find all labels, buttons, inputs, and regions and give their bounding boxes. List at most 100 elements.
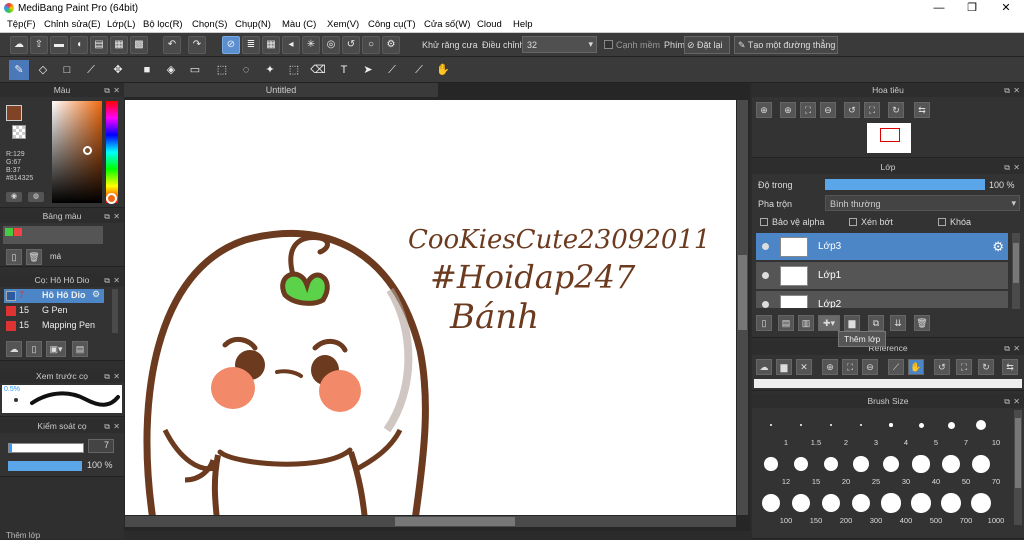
undock-icon[interactable]: ⧉ [104, 370, 110, 384]
gear-icon[interactable]: ⚙ [992, 239, 1004, 255]
brush-size-slider[interactable] [8, 443, 84, 453]
flip-icon[interactable]: ⇆ [914, 102, 930, 118]
close-icon[interactable]: ✕ [1013, 342, 1020, 356]
alpha-protect-checkbox[interactable] [760, 218, 768, 226]
correction-select[interactable]: 32 ▾ [522, 36, 597, 53]
circle-snap-icon[interactable]: ◎ [322, 36, 340, 54]
add-layer-menu-icon[interactable]: ✚▾ [818, 315, 840, 331]
menu-select[interactable]: Chọn(S) [192, 19, 227, 30]
vscroll-thumb[interactable] [738, 255, 747, 330]
layer-8bit-icon[interactable]: ▥ [798, 315, 814, 331]
cross-snap-icon[interactable]: ▦ [262, 36, 280, 54]
chat-icon[interactable]: ◖ [70, 36, 88, 54]
reset-button[interactable]: ⊘ Đặt lại [684, 36, 730, 54]
undock-icon[interactable]: ⧉ [1004, 84, 1010, 98]
rect-fill-tool-icon[interactable]: ■ [137, 60, 157, 80]
drawing-canvas[interactable]: CooKiesCute23092011 #Hoidap247 Bánh [125, 100, 736, 515]
zoom-in-icon[interactable]: ⊕ [822, 359, 838, 375]
select-tool-icon[interactable]: ⬚ [212, 60, 232, 80]
brush-size-option[interactable]: 4 [876, 414, 908, 447]
undock-icon[interactable]: ⧉ [104, 420, 110, 434]
trash-icon[interactable]: 🗑 [914, 315, 930, 331]
palette-swatch-green[interactable] [5, 228, 13, 236]
bucket-tool-icon[interactable]: ◈ [161, 60, 181, 80]
color-wheel-button[interactable]: ◉ [6, 192, 22, 202]
blur-tool-icon[interactable]: ⟋ [81, 60, 101, 80]
ellipse-snap-icon[interactable]: ○ [362, 36, 380, 54]
new-brush-icon[interactable]: ▯ [26, 341, 42, 357]
color-picker-handle[interactable] [83, 146, 92, 155]
brush-size-input[interactable]: 7 [88, 439, 114, 453]
eye-icon[interactable] [762, 272, 769, 279]
comment-icon[interactable]: ▬ [50, 36, 68, 54]
hue-slider[interactable] [106, 101, 118, 203]
brush-size-option[interactable]: 2 [816, 414, 848, 447]
brush-size-option[interactable]: 50 [936, 453, 970, 486]
eyedropper-icon[interactable]: ⟋ [888, 359, 904, 375]
brush-item[interactable]: 15 Mapping Pen [4, 319, 104, 333]
brush-list-icon[interactable]: ▤ [72, 341, 88, 357]
zoom-in-icon[interactable]: ⊕ [780, 102, 796, 118]
hand-tool-icon[interactable]: ✋ [433, 60, 453, 80]
undo-icon[interactable]: ↶ [163, 36, 181, 54]
brush-item[interactable]: 15 G Pen [4, 304, 104, 318]
undock-icon[interactable]: ⧉ [1004, 342, 1010, 356]
straight-line-button[interactable]: ✎ Tạo một đường thẳng [734, 36, 838, 54]
gear-icon[interactable]: ⚙ [92, 289, 100, 300]
rotate-right-icon[interactable]: ↻ [978, 359, 994, 375]
menu-tools[interactable]: Công cụ(T) [368, 19, 416, 30]
brush-size-option[interactable]: 3 [846, 414, 878, 447]
rotate-right-icon[interactable]: ↻ [888, 102, 904, 118]
grid-icon[interactable]: ▩ [130, 36, 148, 54]
eyedropper-icon[interactable]: ⟋ [409, 60, 429, 80]
brush-size-option[interactable]: 12 [756, 453, 790, 486]
operation-tool-icon[interactable]: ➤ [358, 60, 378, 80]
rotate-left-icon[interactable]: ↺ [844, 102, 860, 118]
import-icon[interactable]: ☁ [756, 359, 772, 375]
menu-layer[interactable]: Lớp(L) [107, 19, 135, 30]
trash-icon[interactable]: 🗑 [26, 249, 42, 265]
parallel-snap-icon[interactable]: ≣ [242, 36, 260, 54]
hand-icon[interactable]: ✋ [908, 359, 924, 375]
layer-scrollbar[interactable] [1012, 233, 1020, 309]
close-button[interactable]: ✕ [989, 0, 1023, 17]
layer-row[interactable]: Lớp1 [756, 262, 1008, 290]
undock-icon[interactable]: ⧉ [1004, 161, 1010, 175]
clip-checkbox[interactable] [849, 218, 857, 226]
close-icon[interactable]: ✕ [1013, 395, 1020, 409]
hscroll-thumb[interactable] [395, 517, 515, 526]
brush-size-option[interactable]: 150 [786, 492, 822, 525]
menu-view[interactable]: Xem(V) [327, 19, 359, 30]
dot-tool-icon[interactable]: □ [57, 60, 77, 80]
eraser-tool-icon[interactable]: ◇ [33, 60, 53, 80]
brush-size-option[interactable]: 15 [786, 453, 820, 486]
layer-opacity-slider[interactable] [825, 179, 985, 190]
palette-swatch-red[interactable] [14, 228, 22, 236]
close-icon[interactable]: ✕ [113, 420, 120, 434]
brush-size-option[interactable]: 20 [816, 453, 850, 486]
merge-layer-icon[interactable]: ⇊ [890, 315, 906, 331]
no-snap-icon[interactable]: ⊘ [222, 36, 240, 54]
minimize-button[interactable]: — [922, 0, 956, 17]
menu-color[interactable]: Màu (C) [282, 19, 316, 30]
settings-snap-icon[interactable]: ⚙ [382, 36, 400, 54]
menu-capture[interactable]: Chụp(N) [235, 19, 271, 30]
copy-layer-icon[interactable]: ▤ [778, 315, 794, 331]
brush-size-option[interactable]: 400 [876, 492, 912, 525]
eye-icon[interactable] [762, 243, 769, 250]
fit-screen-icon[interactable]: ⛶ [956, 359, 972, 375]
close-icon[interactable]: ✕ [113, 210, 120, 224]
layer-row[interactable]: Lớp3 ⚙ [756, 233, 1008, 261]
move-tool-icon[interactable]: ✥ [108, 60, 128, 80]
brush-size-option[interactable]: 1.5 [786, 414, 821, 447]
zoom-out-icon[interactable]: ⊖ [862, 359, 878, 375]
brush-add-menu-icon[interactable]: ▣▾ [46, 341, 66, 357]
brush-opacity-slider[interactable] [8, 461, 82, 471]
soft-edge-checkbox[interactable] [604, 40, 613, 49]
close-icon[interactable]: ✕ [1013, 84, 1020, 98]
brush-size-option[interactable]: 25 [846, 453, 880, 486]
vanish-snap-icon[interactable]: ◂ [282, 36, 300, 54]
undock-icon[interactable]: ⧉ [1004, 395, 1010, 409]
brush-size-option[interactable]: 1 [756, 414, 788, 447]
menu-help[interactable]: Help [513, 19, 533, 30]
